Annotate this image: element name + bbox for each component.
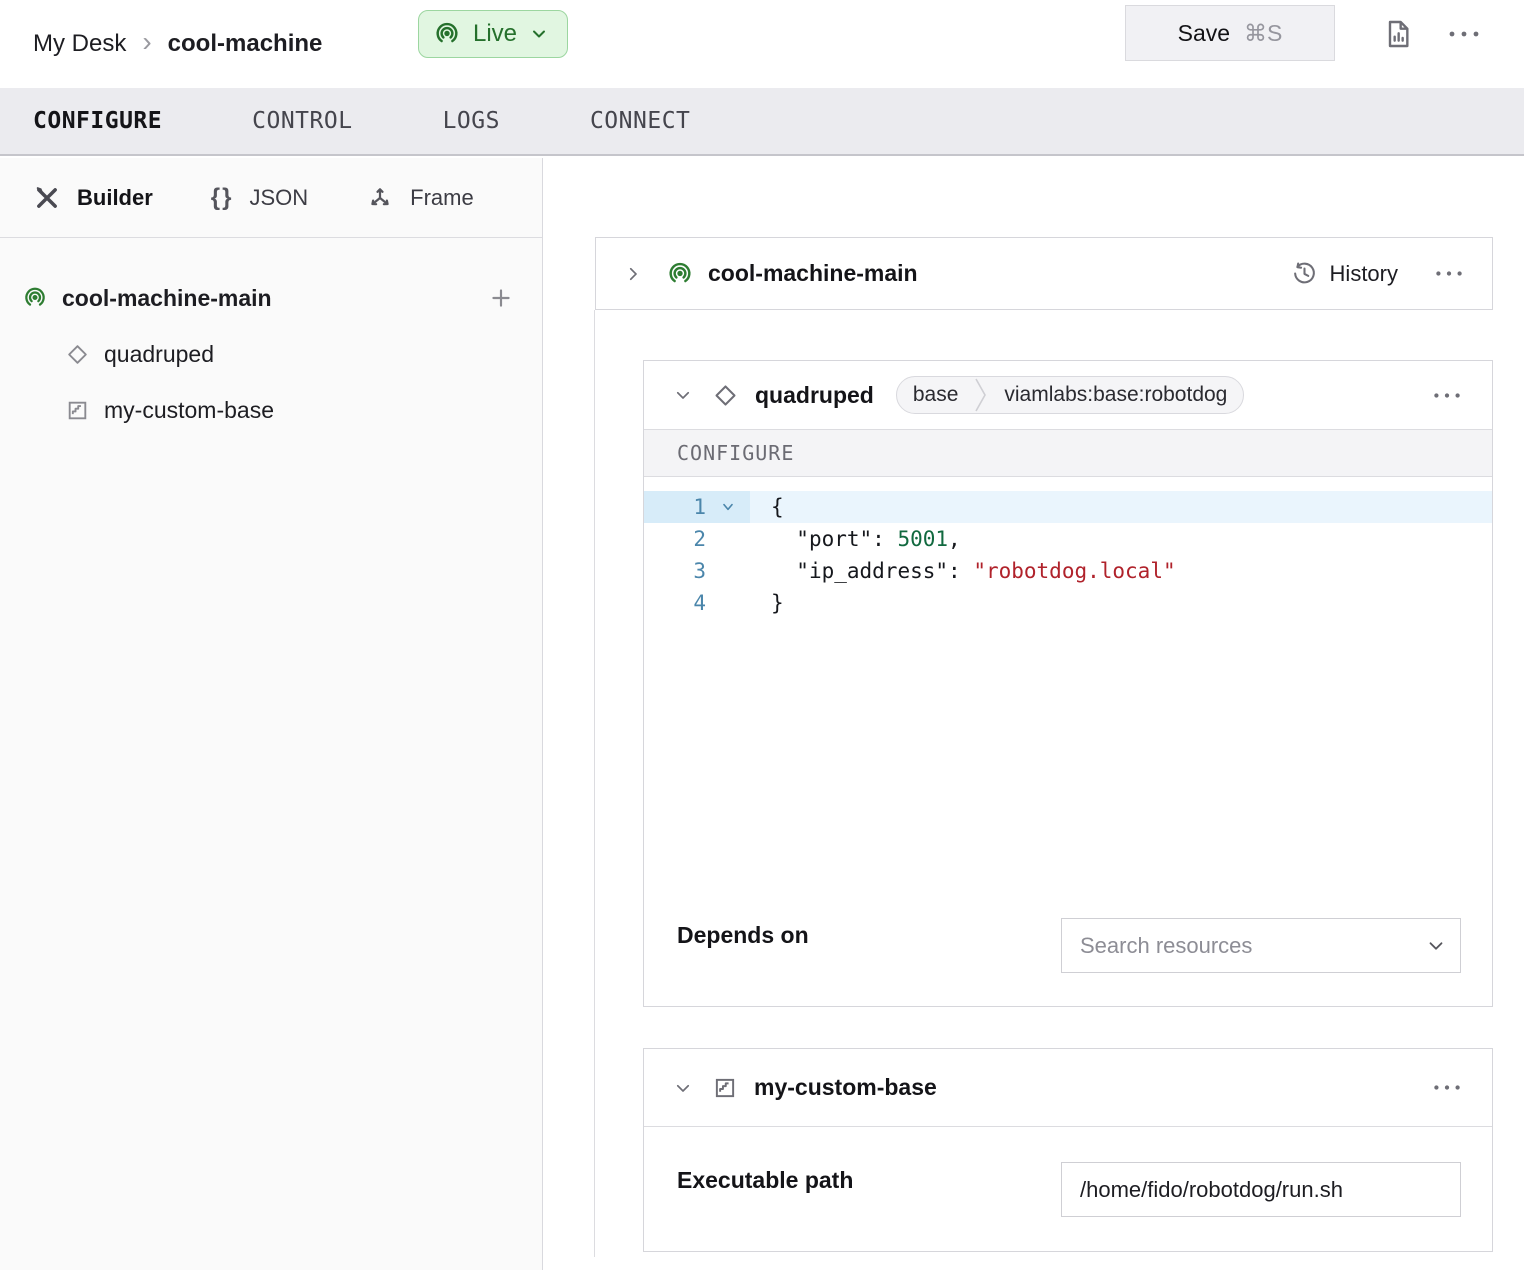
file-chart-icon: [1382, 18, 1414, 50]
executable-path-field: [1061, 1162, 1461, 1217]
chevron-down-icon: [529, 24, 549, 44]
frame-axes-icon: [366, 184, 394, 212]
save-shortcut: ⌘S: [1244, 20, 1282, 47]
top-bar: My Desk › cool-machine Live Save ⌘S: [0, 0, 1524, 88]
quadruped-card-header: quadruped base viamlabs:base:robotdog: [644, 361, 1492, 430]
line-number: 1: [644, 491, 706, 523]
code-token-key: "port": [796, 527, 872, 551]
tree-item-custom-base[interactable]: my-custom-base: [0, 382, 542, 438]
machine-status-dropdown[interactable]: Live: [418, 10, 568, 58]
custom-base-resource-card: my-custom-base Executable path: [643, 1048, 1493, 1252]
live-icon: [433, 20, 461, 48]
custom-base-card-header: my-custom-base: [644, 1049, 1492, 1127]
expand-part-button[interactable]: [624, 265, 642, 283]
code-token: :: [872, 527, 897, 551]
save-button-label: Save: [1178, 20, 1230, 47]
code-token: {: [771, 495, 784, 519]
code-token: :: [948, 559, 973, 583]
live-part-icon: [22, 285, 48, 311]
live-status-label: Live: [473, 20, 517, 48]
code-token-string: "robotdog.local": [973, 559, 1175, 583]
history-button[interactable]: History: [1291, 260, 1398, 287]
component-model-badge: viamlabs:base:robotdog: [988, 383, 1243, 407]
code-line: 3 "ip_address": "robotdog.local": [644, 555, 1492, 587]
configure-section-label: CONFIGURE: [677, 441, 794, 465]
code-line: 1 {: [644, 491, 1492, 523]
resource-tree: cool-machine-main quadruped: [0, 238, 542, 438]
line-number: 4: [644, 587, 706, 619]
code-token: [771, 527, 796, 551]
code-token: ,: [948, 527, 961, 551]
braces-icon: {}: [211, 184, 234, 212]
component-type-badge: base: [897, 383, 975, 407]
breadcrumb-current: cool-machine: [168, 30, 323, 58]
tree-item-quadruped[interactable]: quadruped: [0, 326, 542, 382]
process-icon: [65, 398, 90, 423]
view-tab-frame[interactable]: Frame: [366, 184, 474, 212]
fold-chevron-icon[interactable]: [706, 491, 750, 523]
tab-logs[interactable]: LOGS: [443, 108, 500, 134]
history-label: History: [1330, 261, 1398, 287]
process-icon: [712, 1075, 738, 1101]
custom-base-menu-button[interactable]: [1432, 1083, 1462, 1092]
breadcrumb-parent[interactable]: My Desk: [33, 30, 126, 58]
tab-configure[interactable]: CONFIGURE: [33, 108, 162, 134]
configure-section-header: CONFIGURE: [644, 430, 1492, 477]
part-card-title: cool-machine-main: [708, 260, 918, 287]
base-component-icon: [65, 342, 90, 367]
add-resource-button[interactable]: [488, 285, 514, 311]
code-token: [771, 559, 796, 583]
code-token-key: "ip_address": [796, 559, 948, 583]
code-line: 2 "port": 5001,: [644, 523, 1492, 555]
code-line: 4 }: [644, 587, 1492, 619]
base-component-icon: [712, 382, 739, 409]
main-tab-bar: CONFIGURE CONTROL LOGS CONNECT: [0, 88, 1524, 156]
code-token: }: [771, 591, 784, 615]
builder-tools-icon: [33, 184, 61, 212]
part-connector-line: [594, 310, 595, 1257]
live-part-icon: [666, 260, 694, 288]
code-token-number: 5001: [897, 527, 948, 551]
search-resources-input[interactable]: [1061, 918, 1461, 973]
tab-connect[interactable]: CONNECT: [590, 108, 690, 134]
save-button[interactable]: Save ⌘S: [1125, 5, 1335, 61]
line-number: 3: [644, 555, 706, 587]
tree-item-quadruped-label: quadruped: [104, 341, 214, 368]
machine-report-button[interactable]: [1378, 14, 1418, 54]
tree-item-main-part-label: cool-machine-main: [62, 285, 272, 312]
machine-part-card: cool-machine-main History: [595, 237, 1493, 310]
machine-menu-button[interactable]: [1442, 14, 1486, 54]
tree-item-custom-base-label: my-custom-base: [104, 397, 274, 424]
history-clock-icon: [1291, 260, 1318, 287]
line-number: 2: [644, 523, 706, 555]
view-tab-json[interactable]: {} JSON: [211, 184, 308, 212]
executable-path-label: Executable path: [677, 1167, 853, 1194]
view-tab-frame-label: Frame: [410, 185, 474, 211]
ellipsis-icon: [1447, 29, 1481, 39]
quadruped-resource-card: quadruped base viamlabs:base:robotdog CO…: [643, 360, 1493, 1007]
machine-config-page: My Desk › cool-machine Live Save ⌘S: [0, 0, 1524, 1270]
depends-on-select: [1061, 918, 1461, 973]
badge-divider-icon: [974, 376, 988, 414]
custom-base-card-title: my-custom-base: [754, 1074, 937, 1101]
part-menu-button[interactable]: [1434, 269, 1464, 278]
quadruped-menu-button[interactable]: [1432, 391, 1462, 400]
breadcrumb-separator-icon: ›: [142, 28, 151, 60]
breadcrumb: My Desk › cool-machine: [33, 0, 322, 88]
executable-path-input[interactable]: [1061, 1162, 1461, 1217]
tab-control[interactable]: CONTROL: [252, 108, 352, 134]
depends-on-label: Depends on: [677, 922, 809, 949]
collapse-quadruped-button[interactable]: [674, 386, 692, 404]
config-view-tabs: Builder {} JSON Frame: [0, 158, 542, 238]
model-badge[interactable]: base viamlabs:base:robotdog: [896, 376, 1245, 414]
view-tab-builder[interactable]: Builder: [33, 184, 153, 212]
view-tab-json-label: JSON: [249, 185, 308, 211]
quadruped-card-title: quadruped: [755, 382, 874, 409]
view-tab-builder-label: Builder: [77, 185, 153, 211]
tree-item-main-part[interactable]: cool-machine-main: [0, 270, 542, 326]
json-attributes-editor[interactable]: 1 { 2 "port": 5001, 3 "ip_address": "rob…: [644, 477, 1492, 902]
config-sidebar: Builder {} JSON Frame: [0, 158, 543, 1270]
collapse-custom-base-button[interactable]: [674, 1079, 692, 1097]
